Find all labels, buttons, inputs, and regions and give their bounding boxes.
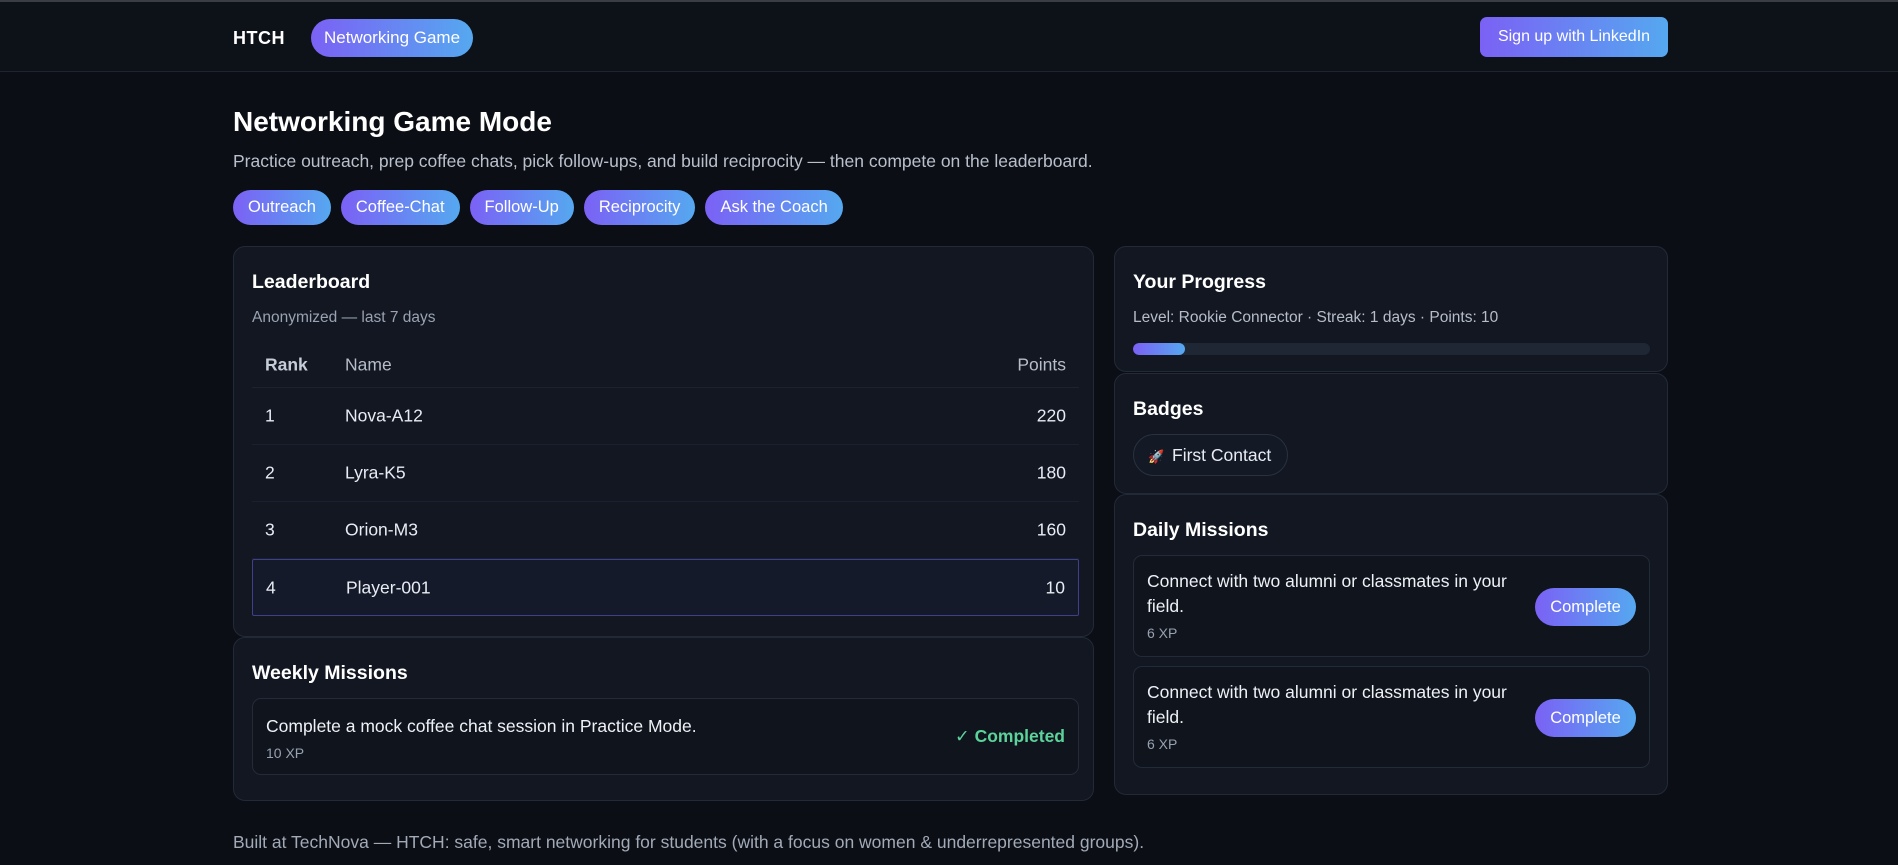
rank-cell: 4: [266, 577, 276, 597]
rank-cell: 3: [265, 519, 275, 540]
completed-status: ✓ Completed: [955, 726, 1065, 746]
current-player-row: 4 Player-001 10: [252, 559, 1079, 616]
progress-card: Your Progress Level: Rookie Connector · …: [1114, 246, 1668, 372]
name-cell: Orion-M3: [345, 519, 418, 540]
rank-cell: 2: [265, 462, 275, 483]
weekly-mission-item: Complete a mock coffee chat session in P…: [252, 698, 1079, 775]
name-cell: Nova-A12: [345, 405, 423, 426]
daily-missions-card: Daily Missions Connect with two alumni o…: [1114, 494, 1668, 795]
complete-mission-button[interactable]: Complete: [1535, 588, 1636, 626]
daily-missions-title: Daily Missions: [1133, 519, 1269, 541]
rocket-icon: 🚀: [1148, 449, 1165, 464]
mission-xp: 6 XP: [1147, 736, 1178, 752]
points-cell: 180: [1036, 462, 1066, 483]
progress-bar: [1133, 343, 1650, 355]
name-cell: Lyra-K5: [345, 462, 406, 483]
leaderboard-table: Rank Name Points 1 Nova-A12 220 2 Lyra-K…: [252, 343, 1079, 616]
mission-xp: 6 XP: [1147, 625, 1178, 641]
leaderboard-subtitle: Anonymized — last 7 days: [252, 309, 436, 326]
mission-text: Complete a mock coffee chat session in P…: [266, 716, 697, 736]
column-header-rank: Rank: [265, 354, 308, 375]
page-subtitle: Practice outreach, prep coffee chats, pi…: [233, 151, 1093, 171]
page-title: Networking Game Mode: [233, 106, 552, 137]
chip-follow-up[interactable]: Follow-Up: [469, 190, 574, 225]
daily-mission-item: Connect with two alumni or classmates in…: [1133, 555, 1650, 657]
badges-card: Badges 🚀 First Contact: [1114, 373, 1668, 494]
mission-xp: 10 XP: [266, 745, 305, 761]
chip-reciprocity[interactable]: Reciprocity: [583, 190, 696, 225]
footer-text: Built at TechNova — HTCH: safe, smart ne…: [233, 832, 1145, 852]
table-row: 3 Orion-M3 160: [252, 502, 1079, 559]
mission-text: Connect with two alumni or classmates in…: [1147, 571, 1507, 616]
chip-ask-coach[interactable]: Ask the Coach: [705, 190, 843, 225]
column-header-points: Points: [1017, 354, 1066, 375]
leaderboard-title: Leaderboard: [252, 271, 371, 293]
daily-mission-item: Connect with two alumni or classmates in…: [1133, 666, 1650, 768]
column-header-name: Name: [345, 354, 392, 375]
name-cell: Player-001: [346, 577, 431, 597]
progress-title: Your Progress: [1133, 271, 1266, 293]
mission-text: Connect with two alumni or classmates in…: [1147, 682, 1507, 727]
weekly-missions-title: Weekly Missions: [252, 662, 408, 684]
progress-bar-fill: [1133, 343, 1185, 355]
chip-outreach[interactable]: Outreach: [233, 190, 331, 225]
badges-title: Badges: [1133, 398, 1204, 420]
linkedin-signup-button[interactable]: Sign up with LinkedIn: [1480, 17, 1668, 57]
nav-networking-game[interactable]: Networking Game: [311, 19, 474, 57]
points-cell: 10: [1045, 577, 1065, 597]
mode-chips: Outreach Coffee-Chat Follow-Up Reciproci…: [233, 190, 843, 225]
points-cell: 220: [1036, 405, 1066, 426]
badge-first-contact[interactable]: 🚀 First Contact: [1133, 434, 1289, 476]
badge-label: First Contact: [1172, 445, 1272, 465]
table-row: 2 Lyra-K5 180: [252, 445, 1079, 502]
points-cell: 160: [1036, 519, 1066, 540]
brand-logo[interactable]: HTCH: [233, 28, 285, 49]
complete-mission-button[interactable]: Complete: [1535, 699, 1636, 737]
progress-stats: Level: Rookie Connector · Streak: 1 days…: [1133, 309, 1499, 326]
top-nav: HTCH Networking Game Sign up with Linked…: [0, 2, 1898, 72]
leaderboard-card: Leaderboard Anonymized — last 7 days Ran…: [233, 246, 1094, 637]
weekly-missions-card: Weekly Missions Complete a mock coffee c…: [233, 637, 1094, 801]
rank-cell: 1: [265, 405, 275, 426]
chip-coffee-chat[interactable]: Coffee-Chat: [340, 190, 460, 225]
table-header: Rank Name Points: [252, 343, 1079, 388]
table-row: 1 Nova-A12 220: [252, 388, 1079, 445]
